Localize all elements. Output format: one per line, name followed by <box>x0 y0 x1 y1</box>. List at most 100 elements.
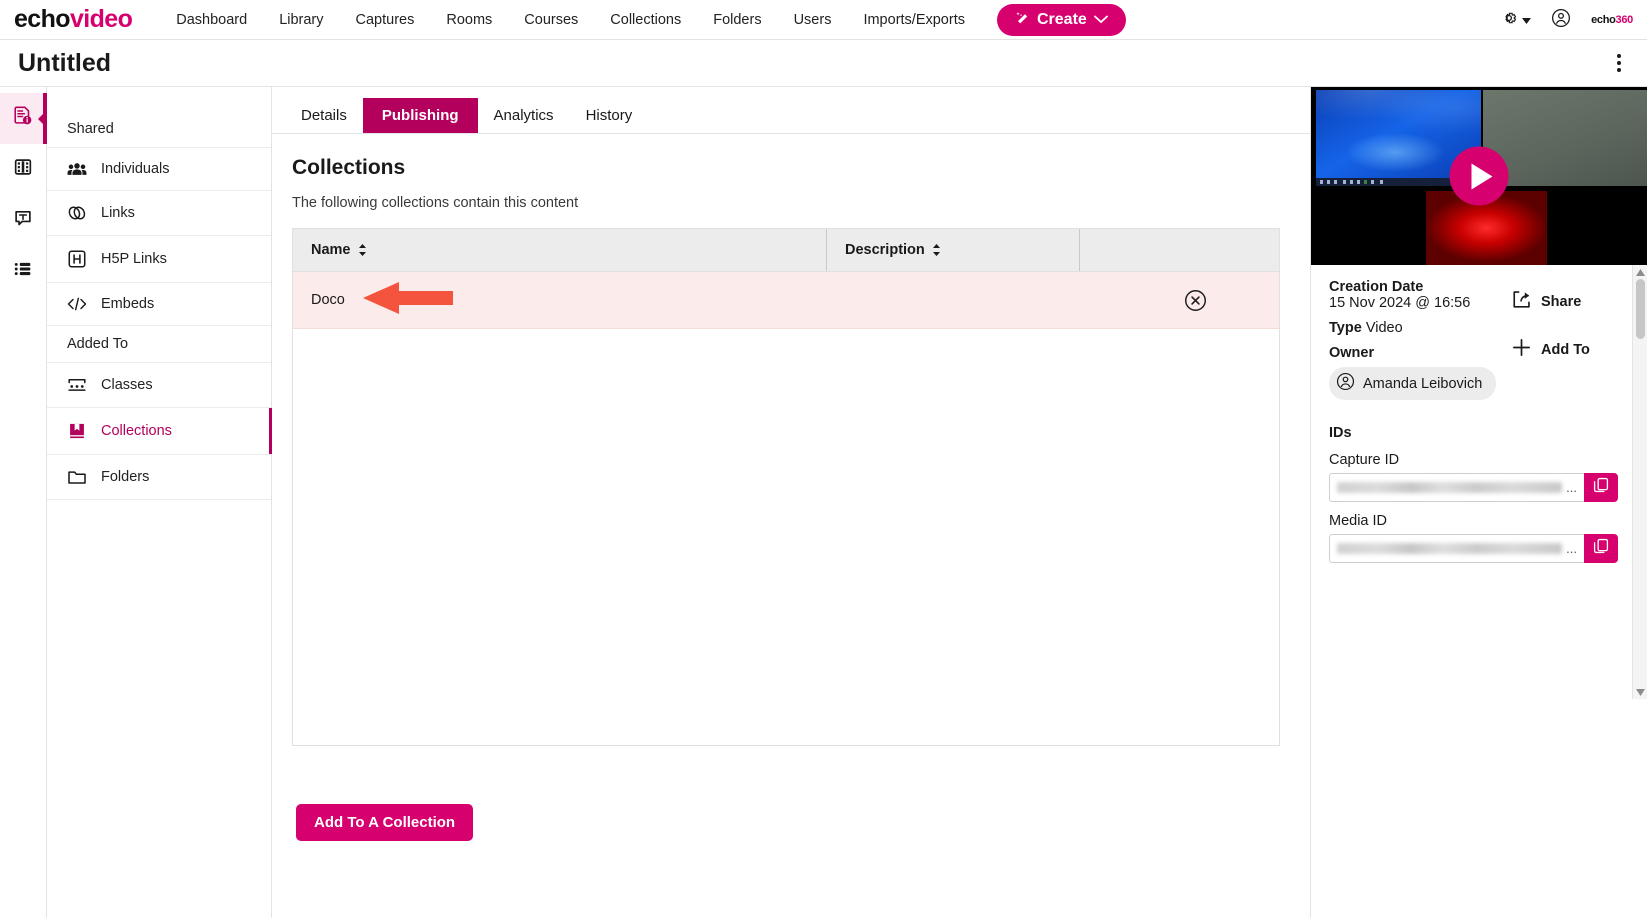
sidebar-item-classes[interactable]: Classes <box>47 363 271 408</box>
owner-chip[interactable]: Amanda Leibovich <box>1329 367 1497 400</box>
type-label: Type <box>1329 320 1362 336</box>
owner-label: Owner <box>1329 345 1375 361</box>
nav-link-folders[interactable]: Folders <box>697 6 777 34</box>
nav-link-rooms[interactable]: Rooms <box>430 6 508 34</box>
sidebar-item-links[interactable]: Links <box>47 191 271 236</box>
create-button[interactable]: Create <box>996 3 1126 36</box>
copy-capture-id-button[interactable] <box>1584 473 1618 502</box>
nav-link-imports-exports[interactable]: Imports/Exports <box>847 6 981 34</box>
tab-details[interactable]: Details <box>285 98 363 133</box>
tab-analytics[interactable]: Analytics <box>478 98 570 133</box>
details-info-icon <box>12 105 34 132</box>
echo360-logo-360: 360 <box>1615 14 1634 26</box>
cell-collection-name: Doco <box>293 282 826 314</box>
play-triangle-icon <box>1471 163 1492 189</box>
capture-id-row: ... <box>1329 473 1618 502</box>
column-header-description[interactable]: Description <box>826 229 1079 271</box>
book-icon <box>67 421 87 441</box>
cell-row-actions <box>1079 289 1279 312</box>
ids-section-label: IDs <box>1329 425 1352 441</box>
section-subheading: The following collections contain this c… <box>292 195 579 211</box>
share-action[interactable]: Share <box>1511 289 1629 314</box>
video-thumbnail[interactable] <box>1311 87 1647 265</box>
sidebar-group-added-to: Added To <box>47 326 271 363</box>
capture-id-field[interactable]: ... <box>1329 473 1584 502</box>
column-header-actions <box>1079 229 1279 271</box>
kebab-dot <box>1617 54 1621 58</box>
sidebar-item-label: Folders <box>101 469 150 485</box>
folder-icon <box>67 468 87 486</box>
detail-fields: Creation Date 15 Nov 2024 @ 16:56 Type V… <box>1311 265 1647 918</box>
sidebar-item-folders[interactable]: Folders <box>47 455 271 500</box>
top-nav-right-cluster: echo 360 <box>1500 0 1633 40</box>
column-header-description-label: Description <box>845 242 925 258</box>
settings-menu[interactable] <box>1500 9 1532 32</box>
settings-chevron-down-icon <box>1522 11 1532 29</box>
play-button[interactable] <box>1449 146 1509 206</box>
nav-link-collections[interactable]: Collections <box>594 6 697 34</box>
gear-icon <box>1500 9 1518 32</box>
media-detail-panel: Creation Date 15 Nov 2024 @ 16:56 Type V… <box>1311 87 1647 918</box>
rail-item-details-info[interactable] <box>0 93 47 144</box>
sidebar-item-h5p-links[interactable]: H5P Links <box>47 236 271 283</box>
owner-field: Owner Amanda Leibovich <box>1329 345 1511 400</box>
media-id-row: ... <box>1329 534 1618 563</box>
rail-item-list[interactable] <box>0 246 46 297</box>
creation-date-value: 15 Nov 2024 @ 16:56 <box>1329 295 1471 311</box>
section-heading: Collections <box>292 156 406 179</box>
capture-id-ellipsis: ... <box>1566 480 1577 495</box>
remove-from-collection-icon[interactable] <box>1184 289 1207 312</box>
app-root: echo video Dashboard Library Captures Roo… <box>0 0 1647 918</box>
publishing-sidebar: Shared Individuals Links H5P Links Embed… <box>47 87 272 918</box>
echo360-logo: echo 360 <box>1591 14 1633 26</box>
rail-item-transcript[interactable] <box>0 195 46 246</box>
code-icon <box>67 296 87 312</box>
sidebar-item-embeds[interactable]: Embeds <box>47 283 271 326</box>
echovideo-logo[interactable]: echo video <box>14 5 133 33</box>
tab-history[interactable]: History <box>570 98 649 133</box>
chevron-down-icon <box>1093 11 1108 29</box>
detail-left-column: Creation Date 15 Nov 2024 @ 16:56 Type V… <box>1329 279 1511 409</box>
media-id-field[interactable]: ... <box>1329 534 1584 563</box>
copy-media-id-button[interactable] <box>1584 534 1618 563</box>
more-options-kebab-icon[interactable] <box>1613 50 1625 76</box>
nav-link-courses[interactable]: Courses <box>508 6 594 34</box>
share-label: Share <box>1541 293 1582 310</box>
detail-panel-scrollbar[interactable] <box>1632 265 1647 699</box>
magic-wand-icon <box>1015 11 1030 29</box>
add-to-a-collection-button[interactable]: Add To A Collection <box>296 804 474 841</box>
table-row[interactable]: Doco <box>293 272 1279 329</box>
scrollbar-thumb[interactable] <box>1636 279 1645 339</box>
rail-item-media[interactable] <box>0 144 46 195</box>
copy-icon <box>1593 538 1609 559</box>
sidebar-item-individuals[interactable]: Individuals <box>47 148 271 191</box>
kebab-dot <box>1617 61 1621 65</box>
left-icon-rail <box>0 87 47 918</box>
nav-link-users[interactable]: Users <box>778 6 848 34</box>
tab-publishing[interactable]: Publishing <box>362 98 478 133</box>
nav-link-dashboard[interactable]: Dashboard <box>160 6 263 34</box>
nav-link-library[interactable]: Library <box>263 6 339 34</box>
scrollbar-up-arrow-icon[interactable] <box>1633 265 1647 279</box>
content-tabs: Details Publishing Analytics History <box>272 87 1310 134</box>
sidebar-item-collections[interactable]: Collections <box>47 408 272 455</box>
plus-icon <box>1511 337 1532 362</box>
column-header-name[interactable]: Name <box>293 229 826 271</box>
table-header-row: Name Description <box>293 229 1279 272</box>
nav-link-captures[interactable]: Captures <box>340 6 431 34</box>
logo-video-text: video <box>69 5 133 33</box>
copy-icon <box>1593 477 1609 498</box>
scrollbar-down-arrow-icon[interactable] <box>1633 685 1647 699</box>
collections-table: Name Description Doco <box>292 228 1280 746</box>
add-to-action[interactable]: Add To <box>1511 337 1629 362</box>
people-icon <box>67 161 87 177</box>
user-account-icon[interactable] <box>1551 8 1571 33</box>
primary-nav-links: Dashboard Library Captures Rooms Courses… <box>160 6 981 34</box>
create-button-label: Create <box>1036 10 1087 28</box>
type-value: Video <box>1365 320 1403 336</box>
body-container: Shared Individuals Links H5P Links Embed… <box>0 87 1647 918</box>
link-icon <box>67 204 87 222</box>
media-id-value-redacted <box>1337 543 1563 554</box>
classroom-icon <box>67 376 87 394</box>
collection-name-text: Doco <box>311 292 345 308</box>
